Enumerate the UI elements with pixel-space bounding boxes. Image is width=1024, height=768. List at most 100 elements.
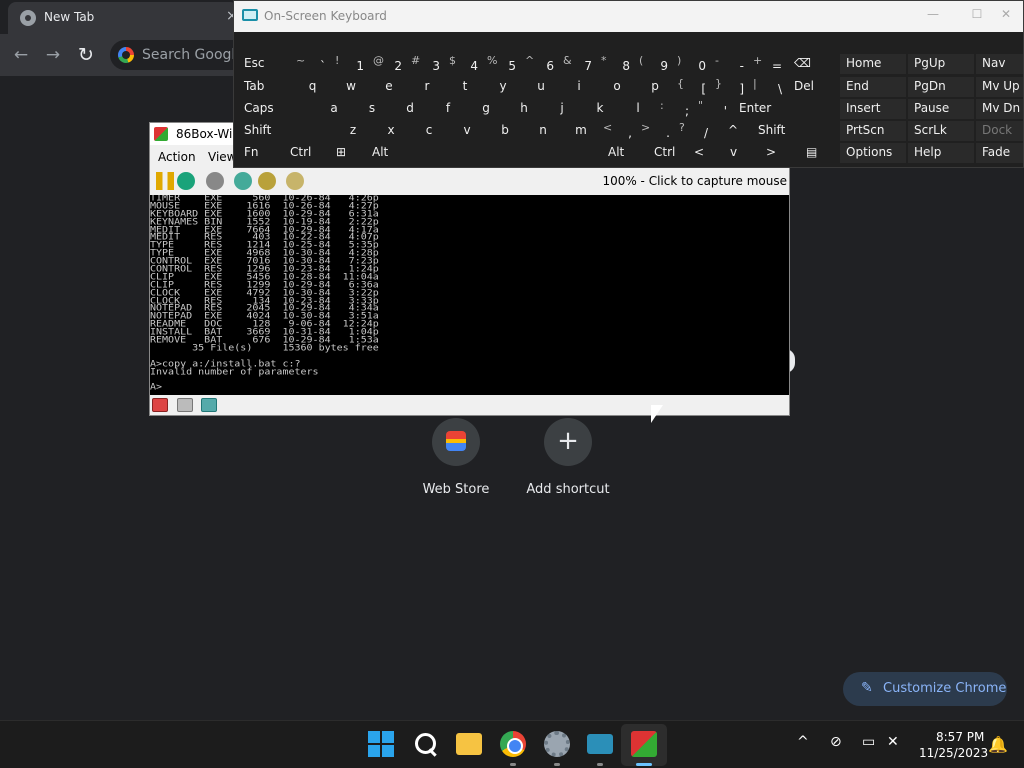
key-i[interactable]: i: [560, 77, 598, 97]
sound-card-icon[interactable]: [201, 398, 217, 412]
key-fade[interactable]: Fade: [976, 143, 1023, 163]
86box-icon[interactable]: [631, 731, 657, 757]
key-f[interactable]: f: [429, 99, 467, 119]
key-dock[interactable]: Dock: [976, 121, 1023, 141]
settings-gear-icon[interactable]: [544, 731, 570, 757]
key-u[interactable]: u: [522, 77, 560, 97]
key-4[interactable]: $4: [446, 54, 484, 74]
ctrl-alt-del-icon[interactable]: [234, 172, 252, 190]
key-0[interactable]: ) 0: [674, 54, 712, 74]
ctrl-alt-esc-icon[interactable]: [258, 172, 276, 190]
key-scrlk[interactable]: ScrLk: [908, 121, 974, 141]
emulator-screen[interactable]: TIMER EXE 560 10-26-84 4:26p MOUSE EXE 16…: [150, 195, 789, 395]
key-ctrl[interactable]: Ctrl: [648, 143, 688, 163]
file-explorer-icon[interactable]: [456, 733, 482, 755]
key-esc[interactable]: Esc: [238, 54, 293, 74]
shortcut-web-store[interactable]: Web Store: [406, 418, 506, 497]
key-w[interactable]: w: [332, 77, 370, 97]
key-alt[interactable]: Alt: [366, 143, 596, 163]
menu-action[interactable]: Action: [158, 150, 196, 164]
key-3[interactable]: #3: [408, 54, 446, 74]
back-button[interactable]: ←: [10, 44, 32, 66]
chrome-icon[interactable]: [500, 731, 526, 757]
key-m[interactable]: m: [562, 121, 600, 141]
notification-bell-icon[interactable]: 🔔: [988, 735, 1008, 754]
volume-muted-icon[interactable]: ✕: [887, 734, 899, 750]
key-sym1-12[interactable]: }]: [712, 77, 750, 97]
key-home[interactable]: Home: [840, 54, 906, 74]
key-sym3-11[interactable]: ^: [714, 121, 752, 141]
key-sym4-9[interactable]: ▤: [800, 143, 843, 163]
key-sym2-10[interactable]: :;: [657, 99, 695, 119]
key-end[interactable]: End: [840, 77, 906, 97]
clock-date[interactable]: 11/25/2023: [919, 746, 988, 760]
key-z[interactable]: z: [334, 121, 372, 141]
hard-disk-icon[interactable]: [177, 398, 193, 412]
key-n[interactable]: n: [524, 121, 562, 141]
minimize-button[interactable]: —: [918, 7, 948, 25]
key-nav[interactable]: Nav: [976, 54, 1023, 74]
key-caps[interactable]: Caps: [238, 99, 315, 119]
key-9[interactable]: (9: [636, 54, 674, 74]
tray-chevron-up-icon[interactable]: ^: [797, 734, 809, 750]
key-pgup[interactable]: PgUp: [908, 54, 974, 74]
display-icon[interactable]: ▭: [862, 734, 875, 750]
key-v[interactable]: v: [724, 143, 760, 163]
key-sym0-12[interactable]: --: [712, 54, 750, 74]
key-a[interactable]: a: [315, 99, 353, 119]
key-r[interactable]: r: [408, 77, 446, 97]
key-8[interactable]: * 8: [598, 54, 636, 74]
key-sym4-6[interactable]: <: [688, 143, 724, 163]
osk-titlebar[interactable]: On-Screen Keyboard — ☐ ✕: [234, 1, 1023, 32]
key-alt[interactable]: Alt: [602, 143, 648, 163]
settings-gear-icon[interactable]: [286, 172, 304, 190]
start-windows-icon[interactable]: [368, 731, 394, 757]
key-x[interactable]: x: [372, 121, 410, 141]
floppy-drive-icon[interactable]: [152, 398, 168, 412]
key-q[interactable]: q: [293, 77, 332, 97]
key-sym4-8[interactable]: >: [760, 143, 800, 163]
key-g[interactable]: g: [467, 99, 505, 119]
key-h[interactable]: h: [505, 99, 543, 119]
key-mv-dn[interactable]: Mv Dn: [976, 99, 1023, 119]
key-sym0-13[interactable]: + =: [750, 54, 788, 74]
key-6[interactable]: ^ 6: [522, 54, 560, 74]
key-sym3-9[interactable]: >.: [638, 121, 676, 141]
key-7[interactable]: & 7: [560, 54, 598, 74]
customize-chrome-button[interactable]: ✎ Customize Chrome: [843, 672, 1007, 706]
key-sym2-11[interactable]: " ': [695, 99, 733, 119]
key-sym3-10[interactable]: ? /: [676, 121, 714, 141]
key-mv-up[interactable]: Mv Up: [976, 77, 1023, 97]
key-y[interactable]: y: [484, 77, 522, 97]
key-ctrl[interactable]: Ctrl: [284, 143, 330, 163]
key-2[interactable]: @2: [370, 54, 408, 74]
key-l[interactable]: l: [619, 99, 657, 119]
key-shift[interactable]: Shift: [238, 121, 334, 141]
key-b[interactable]: b: [486, 121, 524, 141]
key-sym4-2[interactable]: ⊞: [330, 143, 366, 163]
key-fn[interactable]: Fn: [238, 143, 284, 163]
key-e[interactable]: e: [370, 77, 408, 97]
key-enter[interactable]: Enter: [733, 99, 843, 119]
key-d[interactable]: d: [391, 99, 429, 119]
key-pause[interactable]: Pause: [908, 99, 974, 119]
key-del[interactable]: Del: [788, 77, 843, 97]
key-c[interactable]: c: [410, 121, 448, 141]
key-tab[interactable]: Tab: [238, 77, 293, 97]
close-button[interactable]: ✕: [991, 7, 1021, 25]
key-sym1-11[interactable]: {[: [674, 77, 712, 97]
key-shift[interactable]: Shift: [752, 121, 843, 141]
key-sym1-13[interactable]: | \: [750, 77, 788, 97]
key-insert[interactable]: Insert: [840, 99, 906, 119]
key-s[interactable]: s: [353, 99, 391, 119]
key-help[interactable]: Help: [908, 143, 974, 163]
key-v[interactable]: v: [448, 121, 486, 141]
key-5[interactable]: % 5: [484, 54, 522, 74]
on-screen-keyboard-window[interactable]: On-Screen Keyboard — ☐ ✕ Esc ~ `! 1 @2 #3 $4% 5…: [233, 0, 1024, 168]
key-k[interactable]: k: [581, 99, 619, 119]
key-sym0-14[interactable]: ⌫: [788, 54, 843, 74]
pause-icon[interactable]: [156, 172, 174, 190]
maximize-button[interactable]: ☐: [962, 7, 992, 25]
key-p[interactable]: p: [636, 77, 674, 97]
reset-icon[interactable]: [177, 172, 195, 190]
